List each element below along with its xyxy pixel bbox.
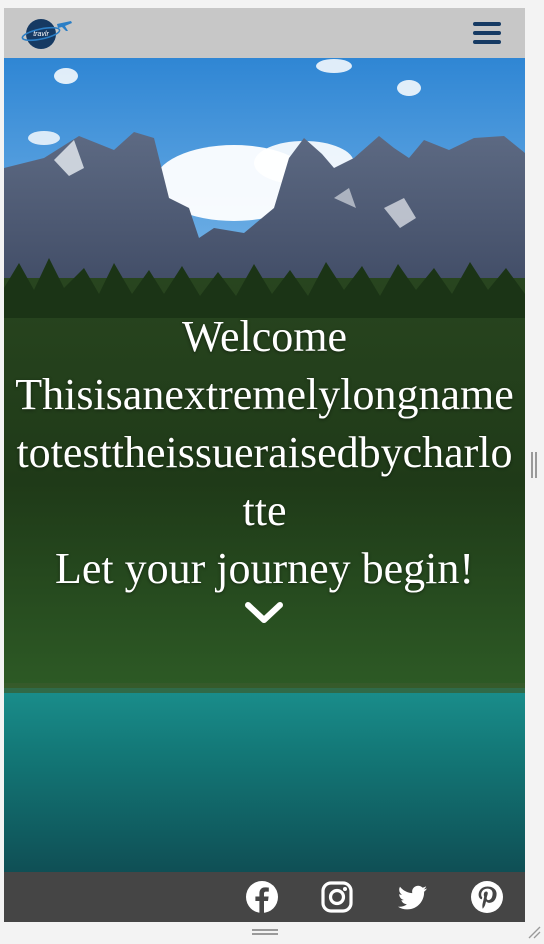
hero-section: Welcome Thisisanextremelylongnametotestt…	[4, 58, 525, 872]
chevron-down-icon[interactable]	[244, 600, 284, 626]
footer-social-bar	[4, 872, 525, 922]
hamburger-menu-icon[interactable]	[470, 18, 504, 48]
app-window: travlr Welcome Thisisanextremelylongname…	[4, 8, 525, 922]
facebook-icon[interactable]	[245, 880, 279, 914]
pinterest-icon[interactable]	[470, 880, 504, 914]
side-resize-handle[interactable]	[531, 452, 539, 478]
logo-text: travlr	[33, 31, 49, 38]
tagline-text: Let your journey begin!	[54, 544, 475, 593]
top-navbar: travlr	[4, 8, 525, 58]
user-name-text: Thisisanextremelylongnametotesttheissuer…	[15, 370, 514, 535]
welcome-text: Welcome	[181, 312, 348, 361]
logo[interactable]: travlr	[21, 16, 73, 50]
corner-resize-grip-icon[interactable]	[527, 925, 541, 939]
instagram-icon[interactable]	[320, 880, 354, 914]
airplane-globe-logo-icon: travlr	[21, 19, 72, 49]
hero-heading: Welcome Thisisanextremelylongnametotestt…	[14, 308, 515, 598]
bottom-resize-handle[interactable]	[252, 929, 278, 935]
twitter-icon[interactable]	[395, 880, 429, 914]
